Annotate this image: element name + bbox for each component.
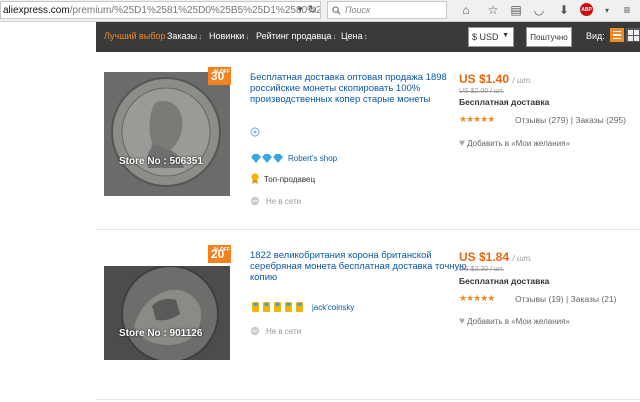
seller-link[interactable]: jack'coinsky: [312, 303, 354, 312]
price-unit: / шт.: [512, 254, 533, 263]
address-bar[interactable]: aliexpress.com/premium/%25D1%2581%25D0%2…: [0, 1, 321, 19]
heart-icon: ♥: [459, 316, 465, 327]
price-unit: / шт.: [512, 76, 533, 85]
browser-search-input[interactable]: Поиск: [327, 1, 447, 19]
search-icon: [332, 5, 341, 15]
addon-dropdown-icon[interactable]: ▾: [600, 3, 614, 17]
discount-off-label: % OFF: [214, 69, 230, 75]
free-shipping-label: Бесплатная доставка: [459, 97, 550, 107]
sort-newest-label: Новинки: [209, 31, 245, 41]
adblock-icon[interactable]: ABP: [580, 3, 593, 16]
product-title-link[interactable]: 1822 великобритания корона британской се…: [250, 250, 475, 283]
orders-count: Заказы (295): [575, 115, 626, 125]
row-divider: [96, 399, 640, 400]
product-image[interactable]: [104, 72, 230, 196]
url-host: aliexpress.com: [3, 4, 70, 16]
bookmark-star-icon[interactable]: ☆: [486, 3, 500, 17]
pocket-icon[interactable]: ◡: [532, 3, 546, 17]
menu-icon[interactable]: ≡: [620, 3, 634, 17]
url-path: /premium/%25D1%2581%25D0%25B5%25D1%2580%…: [69, 4, 321, 16]
sort-newest[interactable]: Новинки↓: [209, 31, 249, 41]
search-placeholder: Поиск: [345, 5, 371, 15]
meta-separator: |: [570, 115, 573, 125]
add-to-wishlist[interactable]: ♥ Добавить в «Мои желания»: [459, 138, 570, 149]
sort-down-icon: ↓: [332, 32, 337, 41]
sort-seller-rating-label: Рейтинг продавца: [256, 31, 332, 41]
sort-bar: Лучший выбор Заказы↓ Новинки↓ Рейтинг пр…: [96, 22, 640, 52]
chat-offline-icon[interactable]: [250, 326, 260, 336]
wishlist-label: Добавить в «Мои желания»: [467, 139, 570, 148]
sort-down-icon: ↓: [245, 32, 250, 41]
wishlist-label: Добавить в «Мои желания»: [467, 317, 570, 326]
sort-orders-label: Заказы: [167, 31, 198, 41]
sort-price[interactable]: Цена↕: [341, 31, 368, 41]
reviews-link[interactable]: Отзывы (19): [515, 294, 564, 304]
price: US $1.84 / шт.: [459, 250, 532, 264]
crown-rating-icon: [252, 302, 303, 312]
sort-best-match-label: Лучший выбор: [104, 31, 166, 41]
view-label: Вид:: [586, 31, 605, 41]
price-value: US $1.40: [459, 72, 510, 86]
reload-icon[interactable]: ↻: [308, 3, 317, 16]
sort-seller-rating[interactable]: Рейтинг продавца↓: [256, 31, 336, 41]
row-divider: [96, 229, 640, 230]
discount-badge: 30% OFF: [208, 67, 231, 85]
reading-list-icon[interactable]: ▤: [509, 3, 523, 17]
currency-select[interactable]: $ USD ▼: [468, 27, 514, 47]
discount-badge: 20% OFF: [208, 245, 231, 263]
price-value: US $1.84: [459, 250, 510, 264]
top-seller-label: Топ-продавец: [264, 175, 316, 184]
store-number-watermark: Store No : 901126: [119, 328, 203, 339]
sort-down-icon: ↓: [198, 32, 203, 41]
chevron-down-icon: ▼: [502, 32, 509, 39]
diamond-rating-icon: [251, 154, 283, 163]
heart-icon: ♥: [459, 138, 465, 149]
sort-orders[interactable]: Заказы↓: [167, 31, 202, 41]
browser-toolbar: aliexpress.com/premium/%25D1%2581%25D0%2…: [0, 0, 640, 22]
reviews-link[interactable]: Отзывы (279): [515, 115, 568, 125]
per-piece-button[interactable]: Поштучно: [526, 27, 572, 47]
chat-offline-icon[interactable]: [250, 196, 260, 206]
download-icon[interactable]: ⬇: [557, 3, 571, 17]
list-view-icon[interactable]: [610, 28, 624, 42]
product-image[interactable]: [104, 266, 230, 360]
review-order-counts: Отзывы (279) | Заказы (295): [515, 115, 626, 125]
grid-view-icon[interactable]: [626, 28, 640, 42]
top-seller-medal-icon: [251, 173, 259, 184]
product-title-link[interactable]: Бесплатная доставка оптовая продажа 1898…: [250, 72, 450, 105]
seller-link[interactable]: Robert's shop: [288, 154, 337, 163]
original-price: US $2.00 / шт.: [459, 88, 505, 95]
original-price: US $2.30 / шт.: [459, 266, 505, 273]
currency-value: $ USD: [472, 32, 499, 42]
orders-count: Заказы (21): [570, 294, 617, 304]
rating-stars: ★★★★★: [459, 114, 495, 124]
sort-best-match[interactable]: Лучший выбор: [104, 31, 165, 41]
meta-separator: |: [566, 294, 569, 304]
free-shipping-label: Бесплатная доставка: [459, 276, 550, 286]
rating-stars: ★★★★★: [459, 293, 495, 303]
sort-updown-icon: ↕: [363, 32, 368, 41]
per-piece-label: Поштучно: [530, 33, 568, 42]
offline-status: Не в сети: [266, 327, 302, 336]
sort-price-label: Цена: [341, 31, 363, 41]
price: US $1.40 / шт.: [459, 72, 532, 86]
review-order-counts: Отзывы (19) | Заказы (21): [515, 294, 616, 304]
home-icon[interactable]: ⌂: [459, 3, 473, 17]
mobile-discount-icon: [250, 127, 260, 137]
url-dropdown-icon[interactable]: ▼: [296, 5, 304, 14]
discount-off-label: % OFF: [214, 247, 230, 253]
store-number-watermark: Store No : 506351: [119, 156, 203, 167]
add-to-wishlist[interactable]: ♥ Добавить в «Мои желания»: [459, 316, 570, 327]
offline-status: Не в сети: [266, 197, 302, 206]
